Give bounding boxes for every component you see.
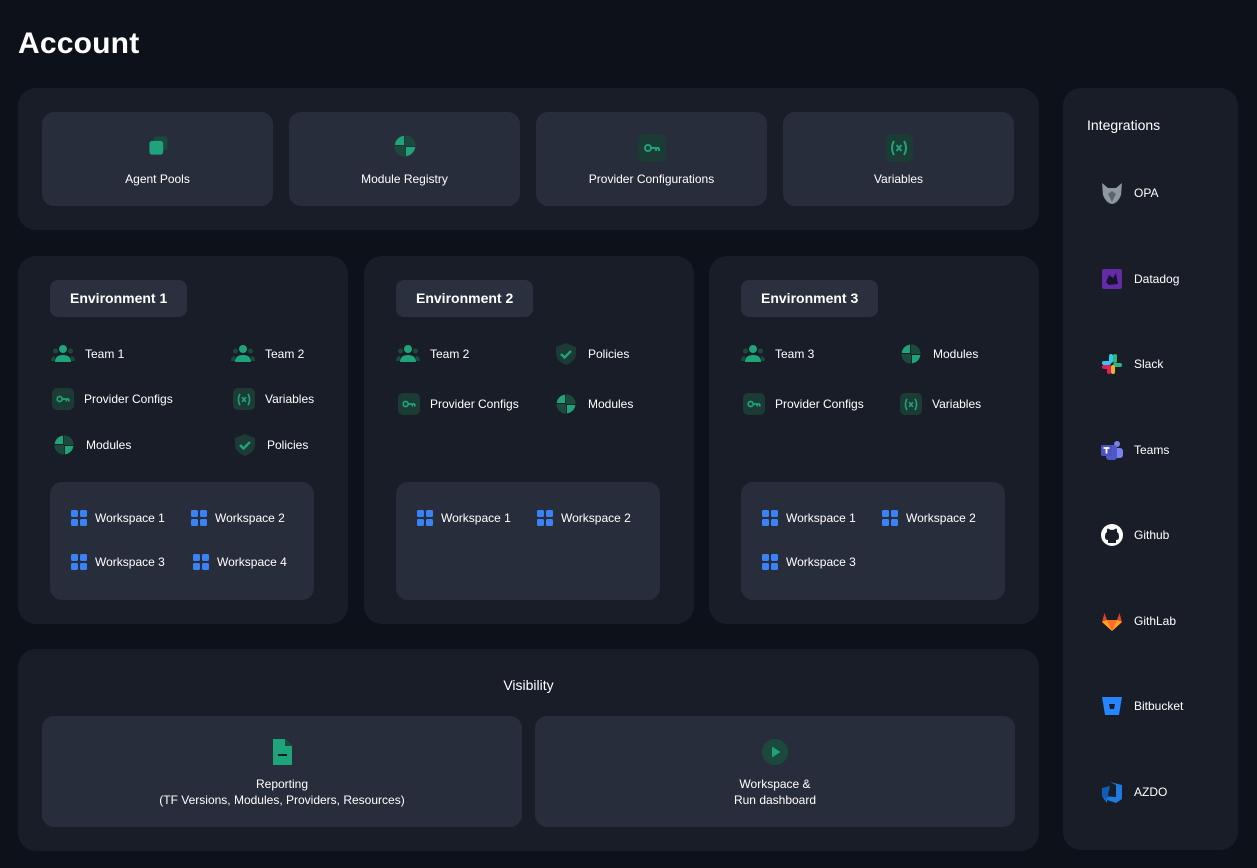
github-icon [1101,524,1123,546]
run-dashboard-subtitle: Run dashboard [733,793,817,807]
opa-icon [1102,183,1122,204]
variables-icon [233,388,255,410]
team-icon [51,345,75,362]
workspace-icon [193,554,209,570]
workspace-icon [191,510,207,526]
workspaces-container: Workspace 1 Workspace 2 Workspace 3 [741,482,1005,600]
resource-modules[interactable]: Modules [52,433,131,457]
resource-variables[interactable]: Variables [900,392,981,416]
resource-policies[interactable]: Policies [554,342,629,366]
resource-modules[interactable]: Modules [554,392,633,416]
integration-teams[interactable]: Teams [1100,437,1169,463]
team-icon [396,345,420,362]
resource-team-2[interactable]: Team 2 [231,342,304,366]
workspace-icon [71,554,87,570]
environment-1-title[interactable]: Environment 1 [50,280,188,317]
key-icon [398,393,420,415]
resource-provider-configs[interactable]: Provider Configs [52,387,173,411]
environment-3-panel: Environment 3 Team 3 Modules Provider Co… [709,256,1039,624]
environment-3-title[interactable]: Environment 3 [741,280,879,317]
module-registry-card[interactable]: Module Registry [289,112,520,206]
reporting-subtitle: (TF Versions, Modules, Providers, Resour… [159,793,405,807]
reporting-card[interactable]: Reporting (TF Versions, Modules, Provide… [42,716,522,827]
key-icon [637,134,666,162]
provider-configurations-card[interactable]: Provider Configurations [536,112,767,206]
workspace-item[interactable]: Workspace 4 [193,554,287,570]
gitlab-icon [1102,613,1122,631]
resource-team-1[interactable]: Team 1 [51,342,124,366]
agent-pools-label: Agent Pools [125,172,190,186]
slack-icon [1102,354,1122,374]
resource-variables[interactable]: Variables [233,387,314,411]
integration-slack[interactable]: Slack [1100,351,1163,377]
team-icon [741,345,765,362]
key-icon [743,393,765,415]
integration-datadog[interactable]: Datadog [1100,266,1179,292]
environment-2-title[interactable]: Environment 2 [396,280,534,317]
teams-icon [1101,441,1123,460]
integration-azdo[interactable]: AZDO [1100,779,1167,805]
visibility-title: Visibility [503,677,554,693]
run-dashboard-card[interactable]: Workspace & Run dashboard [535,716,1015,827]
resource-team-3[interactable]: Team 3 [741,342,814,366]
workspace-item[interactable]: Workspace 2 [191,510,285,526]
workspace-item[interactable]: Workspace 2 [537,510,631,526]
variables-icon [900,393,922,415]
integration-github[interactable]: Github [1100,522,1169,548]
workspace-item[interactable]: Workspace 1 [71,510,165,526]
reporting-title: Reporting [255,777,309,791]
agent-pools-icon [146,134,170,163]
integration-opa[interactable]: OPA [1100,180,1158,206]
key-icon [52,388,74,410]
modules-icon [556,394,576,414]
workspace-item[interactable]: Workspace 1 [762,510,856,526]
bitbucket-icon [1102,697,1122,715]
workspaces-container: Workspace 1 Workspace 2 Workspace 3 Work… [50,482,314,600]
workspace-icon [882,510,898,526]
team-icon [231,345,255,362]
policy-shield-icon [235,434,255,456]
workspaces-container: Workspace 1 Workspace 2 [396,482,660,600]
workspace-item[interactable]: Workspace 3 [71,554,165,570]
account-resources-panel: Agent Pools Module Registry Provider Con… [18,88,1039,230]
integration-gitlab[interactable]: GithLab [1100,608,1176,634]
workspace-icon [537,510,553,526]
variables-icon [884,134,913,162]
modules-icon [901,344,921,364]
workspace-icon [762,554,778,570]
report-document-icon [270,738,294,771]
variables-label: Variables [873,172,924,186]
datadog-icon [1102,269,1122,289]
policy-shield-icon [556,343,576,365]
play-circle-icon [761,738,789,771]
workspace-item[interactable]: Workspace 2 [882,510,976,526]
environment-1-panel: Environment 1 Team 1 Team 2 Provider Con… [18,256,348,624]
page-title: Account [18,27,140,60]
visibility-panel: Visibility Reporting (TF Versions, Modul… [18,649,1039,851]
resource-policies[interactable]: Policies [233,433,308,457]
resource-provider-configs[interactable]: Provider Configs [398,392,519,416]
provider-configurations-label: Provider Configurations [588,172,715,186]
workspace-item[interactable]: Workspace 1 [417,510,511,526]
workspace-item[interactable]: Workspace 3 [762,554,856,570]
variables-card[interactable]: Variables [783,112,1014,206]
azure-devops-icon [1102,782,1122,803]
run-dashboard-title: Workspace & [739,777,811,791]
resource-provider-configs[interactable]: Provider Configs [743,392,864,416]
integrations-title: Integrations [1087,117,1161,133]
environment-2-panel: Environment 2 Team 2 Policies Provider C… [364,256,694,624]
agent-pools-card[interactable]: Agent Pools [42,112,273,206]
resource-modules[interactable]: Modules [899,342,978,366]
module-registry-icon [393,134,417,163]
workspace-icon [71,510,87,526]
integration-bitbucket[interactable]: Bitbucket [1100,693,1183,719]
resource-team-2[interactable]: Team 2 [396,342,469,366]
modules-icon [54,435,74,455]
module-registry-label: Module Registry [361,172,448,186]
workspace-icon [417,510,433,526]
workspace-icon [762,510,778,526]
integrations-panel: Integrations OPA Datadog Slack Teams Git… [1063,88,1238,850]
